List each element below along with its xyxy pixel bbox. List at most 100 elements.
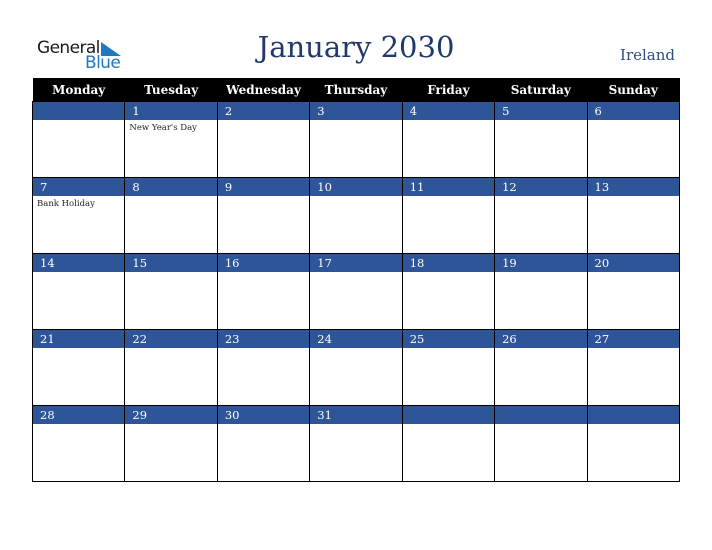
day-cell: 12	[494, 177, 588, 254]
day-number: 17	[310, 254, 402, 272]
calendar-grid: Monday Tuesday Wednesday Thursday Friday…	[31, 78, 681, 482]
holiday-label	[310, 348, 401, 351]
day-cell: 28	[31, 405, 126, 482]
day-number: 14	[33, 254, 125, 272]
day-cell: 21	[31, 329, 126, 406]
holiday-label	[218, 348, 309, 351]
holiday-label	[495, 196, 586, 199]
day-number	[402, 406, 495, 424]
weekday-header: Friday	[402, 78, 495, 102]
day-cell: 4	[401, 101, 496, 178]
weekday-header: Sunday	[587, 78, 680, 102]
day-cell: 8	[124, 177, 218, 254]
day-number: 31	[310, 406, 402, 424]
week-row: 21 22 23 24 25 26 27	[31, 329, 681, 406]
holiday-label	[403, 272, 494, 275]
holiday-label	[403, 424, 494, 427]
day-cell: 29	[124, 405, 218, 482]
day-number: 18	[402, 254, 495, 272]
day-number: 3	[310, 102, 402, 120]
day-number: 13	[587, 178, 679, 196]
day-cell: 20	[586, 253, 681, 330]
holiday-label	[218, 272, 309, 275]
holiday-label	[218, 424, 309, 427]
day-cell: 2	[216, 101, 311, 178]
day-cell: 18	[401, 253, 496, 330]
day-number: 12	[495, 178, 587, 196]
day-cell: 31	[309, 405, 403, 482]
holiday-label	[218, 196, 309, 199]
day-cell: 10	[309, 177, 403, 254]
day-cell: 27	[586, 329, 681, 406]
holiday-label	[495, 348, 586, 351]
holiday-label	[125, 348, 216, 351]
day-cell: 30	[216, 405, 311, 482]
day-cell: 24	[309, 329, 403, 406]
holiday-label	[33, 424, 124, 427]
day-cell: 23	[216, 329, 311, 406]
day-number: 15	[125, 254, 217, 272]
day-cell: 7 Bank Holiday	[31, 177, 126, 254]
day-number: 30	[217, 406, 310, 424]
weekday-header: Saturday	[494, 78, 588, 102]
day-number: 23	[217, 330, 310, 348]
holiday-label: New Year's Day	[129, 123, 197, 133]
holiday-label	[495, 424, 586, 427]
day-cell: 26	[494, 329, 588, 406]
holiday-label: Bank Holiday	[37, 199, 95, 209]
holiday-label	[310, 272, 401, 275]
day-number: 24	[310, 330, 402, 348]
day-cell: 15	[124, 253, 218, 330]
holiday-label	[125, 196, 216, 199]
day-number: 25	[402, 330, 495, 348]
week-row: 28 29 30 31	[31, 405, 681, 482]
page-title: January 2030	[257, 30, 455, 64]
holiday-label	[588, 196, 679, 199]
holiday-label	[588, 272, 679, 275]
day-number: 27	[587, 330, 679, 348]
holiday-label	[33, 348, 124, 351]
day-number: 8	[125, 178, 217, 196]
day-number: 10	[310, 178, 402, 196]
day-cell: 25	[401, 329, 496, 406]
day-number	[495, 406, 587, 424]
day-cell: 11	[401, 177, 496, 254]
holiday-label	[33, 120, 124, 123]
day-number: 2	[217, 102, 310, 120]
weekday-header: Wednesday	[217, 78, 310, 102]
day-number: 9	[217, 178, 310, 196]
day-cell	[494, 405, 588, 482]
holiday-label	[125, 272, 216, 275]
day-cell: 19	[494, 253, 588, 330]
day-number: 11	[402, 178, 495, 196]
week-row: 7 Bank Holiday 8 9 10 11 12 13	[31, 177, 681, 254]
day-number: 26	[495, 330, 587, 348]
day-number: 1	[125, 102, 217, 120]
holiday-label	[495, 272, 586, 275]
holiday-label	[403, 196, 494, 199]
day-cell: 17	[309, 253, 403, 330]
day-cell: 14	[31, 253, 126, 330]
holiday-label	[218, 120, 309, 123]
day-number: 4	[402, 102, 495, 120]
holiday-label	[310, 424, 401, 427]
weekday-header: Thursday	[309, 78, 403, 102]
day-number	[33, 102, 125, 120]
day-number: 28	[33, 406, 125, 424]
day-cell	[31, 101, 126, 178]
holiday-label	[495, 120, 586, 123]
day-number: 22	[125, 330, 217, 348]
holiday-label	[310, 120, 401, 123]
country-label: Ireland	[620, 46, 675, 64]
day-cell	[586, 405, 681, 482]
day-cell: 1 New Year's Day	[124, 101, 218, 178]
day-number	[587, 406, 679, 424]
day-number: 7	[33, 178, 125, 196]
day-cell: 6	[586, 101, 681, 178]
holiday-label	[33, 272, 124, 275]
holiday-label	[310, 196, 401, 199]
day-cell: 22	[124, 329, 218, 406]
holiday-label	[588, 348, 679, 351]
day-cell: 16	[216, 253, 311, 330]
day-number: 19	[495, 254, 587, 272]
